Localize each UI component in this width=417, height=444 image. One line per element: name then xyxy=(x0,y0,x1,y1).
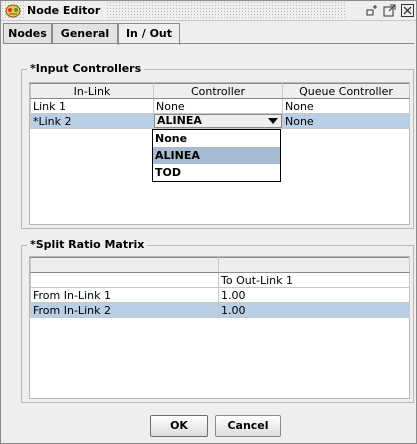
table-row-selected[interactable]: From In-Link 2 1.00 xyxy=(30,302,410,318)
row-label-cell[interactable] xyxy=(30,272,219,288)
table-row[interactable]: Link 1 None None xyxy=(30,98,410,114)
controller-cell[interactable]: None xyxy=(153,98,283,114)
minimize-icon[interactable] xyxy=(366,4,379,17)
controller-combobox[interactable]: ALINEA xyxy=(154,114,282,128)
table-row[interactable]: To Out-Link 1 xyxy=(30,272,410,288)
cancel-button[interactable]: Cancel xyxy=(215,415,281,437)
out-link-header-cell[interactable]: To Out-Link 1 xyxy=(218,272,410,288)
ratio-value-cell[interactable]: 1.00 xyxy=(218,287,410,303)
tab-in-out[interactable]: In / Out xyxy=(118,23,180,45)
tab-general[interactable]: General xyxy=(52,23,118,43)
tab-nodes[interactable]: Nodes xyxy=(3,23,52,43)
row-label-cell[interactable]: From In-Link 1 xyxy=(30,287,219,303)
table-header-row xyxy=(30,257,410,273)
controller-dropdown-list[interactable]: None ALINEA TOD xyxy=(152,129,281,182)
controller-combo-value: ALINEA xyxy=(157,114,202,127)
row-label-cell[interactable]: From In-Link 2 xyxy=(30,302,219,318)
split-ratio-title: *Split Ratio Matrix xyxy=(27,238,148,252)
split-ratio-table: To Out-Link 1 From In-Link 1 1.00 From I… xyxy=(30,257,410,318)
column-header-blank[interactable] xyxy=(218,257,410,273)
controller-combo-cell[interactable]: ALINEA xyxy=(153,113,283,129)
tab-divider xyxy=(3,43,414,44)
title-bar[interactable]: Node Editor xyxy=(1,1,416,21)
table-header-row: In-Link Controller Queue Controller xyxy=(30,83,410,99)
column-header-in-link[interactable]: In-Link xyxy=(30,83,154,99)
dropdown-option-tod[interactable]: TOD xyxy=(153,164,280,181)
maximize-icon[interactable] xyxy=(383,4,396,17)
column-header-blank[interactable] xyxy=(30,257,219,273)
dropdown-option-alinea[interactable]: ALINEA xyxy=(153,147,280,164)
split-ratio-table-area[interactable]: To Out-Link 1 From In-Link 1 1.00 From I… xyxy=(29,256,410,399)
column-header-queue-controller[interactable]: Queue Controller xyxy=(282,83,410,99)
queue-controller-cell[interactable]: None xyxy=(282,98,410,114)
table-row[interactable]: From In-Link 1 1.00 xyxy=(30,287,410,303)
column-header-controller[interactable]: Controller xyxy=(153,83,283,99)
input-controllers-table: In-Link Controller Queue Controller Link… xyxy=(30,83,410,129)
dropdown-option-none[interactable]: None xyxy=(153,130,280,147)
in-link-cell[interactable]: Link 1 xyxy=(30,98,154,114)
window-title: Node Editor xyxy=(25,1,107,20)
node-editor-window: Node Editor Nodes General In / Out *Inpu… xyxy=(0,0,417,444)
ok-button[interactable]: OK xyxy=(150,415,208,437)
queue-controller-cell[interactable]: None xyxy=(282,113,410,129)
table-row-selected[interactable]: *Link 2 ALINEA None xyxy=(30,113,410,129)
in-link-cell[interactable]: *Link 2 xyxy=(30,113,154,129)
input-controllers-title: *Input Controllers xyxy=(27,62,145,76)
close-icon[interactable] xyxy=(401,4,414,17)
chevron-down-icon[interactable] xyxy=(268,118,278,124)
ratio-value-cell[interactable]: 1.00 xyxy=(218,302,410,318)
traffic-node-icon xyxy=(5,3,21,18)
